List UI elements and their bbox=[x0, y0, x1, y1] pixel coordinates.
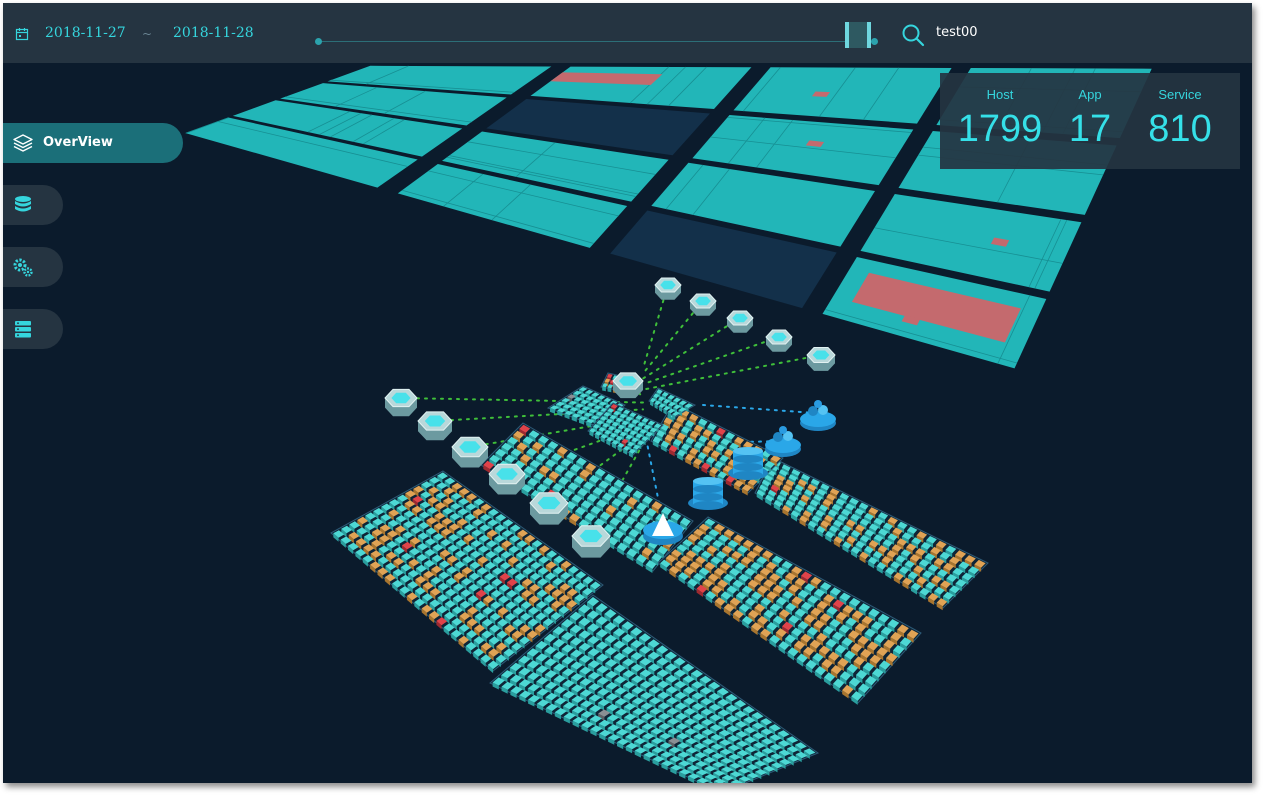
service-node-hexagon[interactable] bbox=[571, 525, 611, 558]
time-range-slider-track[interactable] bbox=[318, 41, 876, 42]
service-node-hexagon[interactable] bbox=[765, 329, 793, 352]
sidebar-item-database[interactable] bbox=[3, 185, 63, 225]
stat-host-label: Host bbox=[986, 87, 1014, 102]
app-window: 2018-11-27 ~ 2018-11-28 test00 Host 1799… bbox=[3, 3, 1252, 783]
stat-app: App 17 bbox=[1040, 73, 1140, 151]
service-node-hexagon[interactable] bbox=[529, 492, 569, 525]
stat-app-value: 17 bbox=[1068, 108, 1112, 150]
top-bar: 2018-11-27 ~ 2018-11-28 test00 bbox=[3, 3, 1252, 63]
end-date[interactable]: 2018-11-28 bbox=[173, 25, 254, 41]
service-node-hexagon[interactable] bbox=[488, 463, 526, 495]
database-icon bbox=[15, 196, 31, 212]
time-range-start-knob[interactable] bbox=[315, 38, 322, 45]
gears-icon bbox=[13, 258, 33, 277]
stat-app-label: App bbox=[1078, 87, 1102, 102]
search-input[interactable]: test00 bbox=[936, 25, 978, 40]
topology-visualization[interactable] bbox=[3, 63, 1252, 783]
stat-host-value: 1799 bbox=[957, 108, 1043, 150]
service-node-hexagon[interactable] bbox=[689, 293, 717, 316]
server-icon bbox=[15, 321, 31, 338]
treemap-tile[interactable] bbox=[733, 67, 952, 124]
stat-service-value: 810 bbox=[1148, 108, 1212, 150]
search-icon[interactable] bbox=[901, 23, 925, 47]
stat-service-label: Service bbox=[1158, 87, 1202, 102]
stat-host: Host 1799 bbox=[950, 73, 1050, 151]
date-separator: ~ bbox=[142, 27, 153, 41]
service-node-hexagon[interactable] bbox=[806, 347, 836, 371]
app-node[interactable] bbox=[800, 400, 836, 431]
sidebar-item-settings[interactable] bbox=[3, 247, 63, 287]
sidebar-item-label: OverView bbox=[43, 135, 113, 150]
sidebar-item-overview[interactable]: OverView bbox=[3, 123, 183, 163]
service-node-hexagon[interactable] bbox=[417, 411, 453, 441]
time-range-handle[interactable] bbox=[845, 22, 873, 48]
sidebar-item-servers[interactable] bbox=[3, 309, 63, 349]
service-node-hexagon[interactable] bbox=[384, 388, 418, 417]
app-node[interactable] bbox=[765, 426, 801, 457]
service-node-hexagon[interactable] bbox=[654, 277, 682, 300]
calendar-icon[interactable] bbox=[15, 27, 29, 41]
start-date[interactable]: 2018-11-27 bbox=[45, 25, 126, 41]
service-node-hexagon[interactable] bbox=[612, 372, 644, 399]
stat-service: Service 810 bbox=[1130, 73, 1230, 151]
service-node-hexagon[interactable] bbox=[451, 436, 489, 468]
stats-panel: Host 1799 App 17 Service 810 bbox=[940, 73, 1240, 169]
layers-icon bbox=[13, 134, 33, 152]
database-node[interactable] bbox=[728, 447, 768, 480]
database-node[interactable] bbox=[688, 477, 728, 510]
service-node-hexagon[interactable] bbox=[726, 310, 754, 333]
